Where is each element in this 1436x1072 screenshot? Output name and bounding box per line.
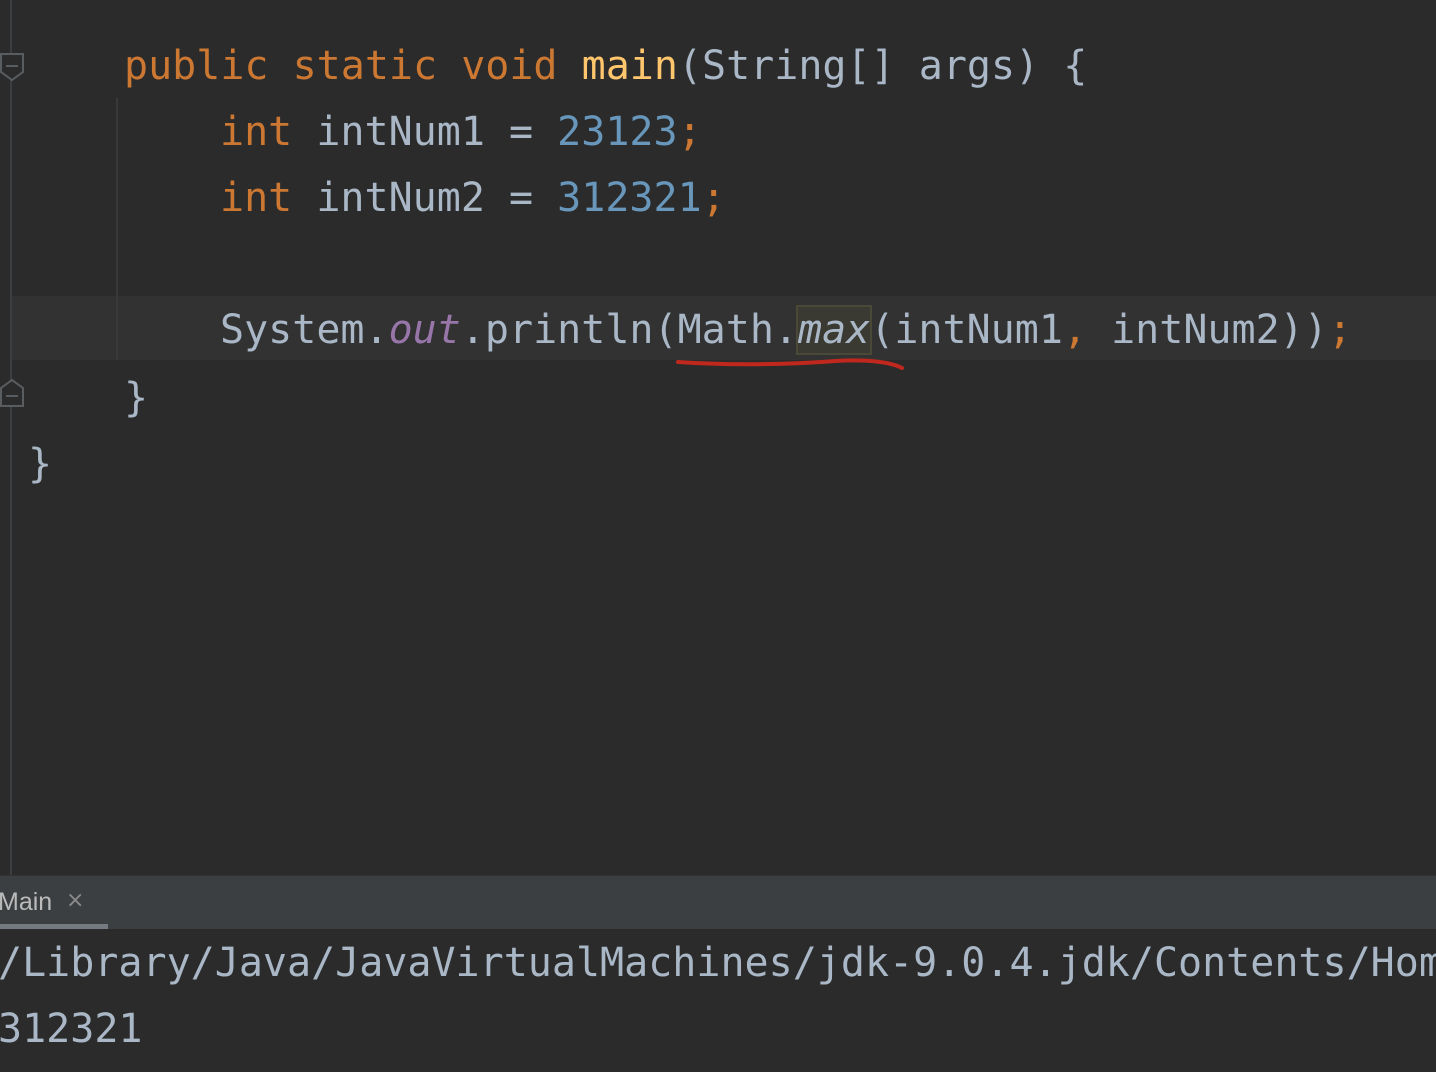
number-literal: 23123 [557, 109, 678, 155]
console-output-line[interactable]: 312321 [0, 997, 143, 1061]
code-line-decl-intnum1[interactable]: int intNum1 = 23123; [220, 100, 702, 164]
max-args-open: (intNum1 [870, 307, 1063, 353]
static-field-out: out [388, 307, 461, 353]
console-tab-bar: Main × [0, 875, 1436, 929]
tab-main-label: Main [0, 888, 53, 916]
keyword-public: public [124, 43, 269, 89]
fold-expand-icon[interactable] [0, 378, 24, 408]
semicolon: ; [701, 175, 726, 221]
assign-operator: = [484, 175, 558, 221]
println-call: .println( [460, 307, 678, 353]
tab-main[interactable]: Main × [0, 876, 108, 929]
red-annotation-underline [676, 358, 904, 370]
code-line-close-class[interactable]: } [28, 432, 52, 496]
indent-guide [116, 98, 118, 360]
keyword-void: void [461, 43, 558, 89]
variable-name: intNum2 [316, 175, 485, 221]
run-console: Main × /Library/Java/JavaVirtualMachines… [0, 875, 1436, 1072]
max-args-rest: intNum2)) [1087, 307, 1328, 353]
semicolon: ; [1327, 307, 1352, 353]
code-line-main-signature[interactable]: public static void main(String[] args) { [124, 34, 1087, 98]
math-class: Math. [677, 307, 798, 353]
keyword-static: static [292, 43, 438, 89]
max-method-highlighted[interactable]: max [795, 305, 873, 355]
system-class: System. [220, 307, 389, 353]
assign-operator: = [484, 109, 558, 155]
code-line-decl-intnum2[interactable]: int intNum2 = 312321; [220, 166, 726, 230]
active-tab-indicator [0, 924, 108, 929]
type-int: int [220, 175, 293, 221]
code-line-close-method[interactable]: } [124, 366, 148, 430]
type-int: int [220, 109, 293, 155]
method-params: (String[] args) { [677, 43, 1088, 89]
comma: , [1062, 307, 1087, 353]
code-line-println[interactable]: System.out.println(Math.max(intNum1, int… [220, 298, 1352, 362]
method-name-main: main [581, 43, 678, 89]
variable-name: intNum1 [316, 109, 485, 155]
fold-collapse-icon[interactable] [0, 52, 24, 82]
semicolon: ; [677, 109, 702, 155]
gutter [10, 0, 12, 875]
close-icon[interactable]: × [66, 888, 84, 913]
console-output-line[interactable]: /Library/Java/JavaVirtualMachines/jdk-9.… [0, 931, 1436, 995]
code-editor[interactable]: public static void main(String[] args) {… [0, 0, 1436, 875]
number-literal: 312321 [557, 175, 702, 221]
